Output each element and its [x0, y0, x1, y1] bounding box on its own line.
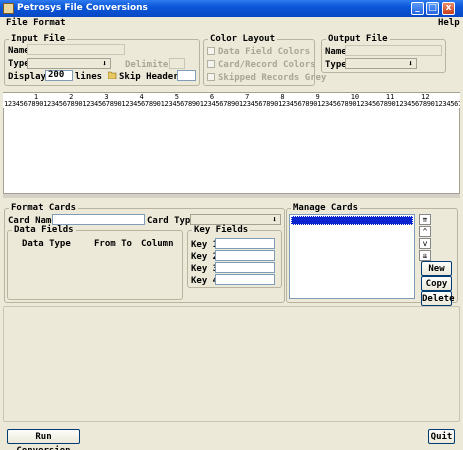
cards-list[interactable] — [289, 214, 415, 299]
conversion-panel — [3, 306, 460, 422]
key-2-input[interactable] — [215, 250, 275, 261]
from-to-column-header: From To — [94, 239, 132, 249]
open-folder-icon[interactable] — [107, 71, 117, 80]
card-name-input[interactable] — [52, 214, 145, 225]
delimiter-label: Delimiter — [125, 60, 174, 70]
output-name-label: Name — [325, 47, 347, 57]
key-4-input[interactable] — [215, 274, 275, 285]
data-fields-group-title: Data Fields — [12, 225, 76, 235]
delete-card-button[interactable]: Delete — [421, 291, 455, 306]
skip-headers-input[interactable] — [177, 70, 196, 81]
selected-card-row[interactable] — [291, 216, 413, 225]
menu-help[interactable]: Help — [438, 18, 460, 28]
input-file-group-title: Input File — [9, 34, 68, 44]
run-conversion-button[interactable]: Run Conversion — [7, 429, 80, 450]
move-bottom-button[interactable]: ⇊ — [419, 250, 431, 261]
data-type-column-header: Data Type — [22, 239, 71, 249]
new-card-button[interactable]: New — [421, 261, 452, 276]
window-title: Petrosys File Conversions — [17, 3, 148, 13]
minimize-button[interactable]: _ — [411, 2, 424, 15]
skip-headers-label: Skip Headers — [119, 72, 185, 82]
menu-bar: File Format Help — [0, 17, 463, 30]
column-ruler: 1 2 3 4 5 6 7 8 9 10 11 12 123456789012345678901234… — [3, 92, 460, 109]
output-type-select[interactable]: ⬇ — [345, 58, 417, 69]
delimiter-field[interactable] — [169, 58, 185, 69]
ruler-digits: 1234567890123456789012345678901234567890… — [4, 100, 460, 108]
color-layout-group-title: Color Layout — [208, 34, 278, 44]
maximize-button[interactable]: □ — [426, 2, 439, 15]
input-type-select[interactable]: ⬇ — [27, 58, 111, 69]
data-field-colors-label: Data Field Colors — [218, 47, 311, 57]
key-3-input[interactable] — [215, 262, 275, 273]
input-name-field[interactable] — [27, 44, 125, 55]
output-file-group-title: Output File — [326, 34, 390, 44]
card-record-colors-label: Card/Record Colors — [218, 60, 316, 70]
skipped-records-grey-checkbox[interactable] — [207, 73, 215, 81]
output-type-label: Type — [325, 60, 347, 70]
key-1-input[interactable] — [215, 238, 275, 249]
key-fields-group-title: Key Fields — [192, 225, 251, 235]
title-bar[interactable]: Petrosys File Conversions _ □ x — [0, 0, 463, 17]
output-name-field[interactable] — [345, 45, 442, 56]
lines-label: lines — [75, 72, 103, 82]
dropdown-arrow-icon: ⬇ — [272, 215, 277, 224]
move-down-button[interactable]: v — [419, 238, 431, 249]
move-top-button[interactable]: ⇈ — [419, 214, 431, 225]
menu-file-format[interactable]: File Format — [6, 18, 66, 28]
dropdown-arrow-icon: ⬇ — [408, 59, 413, 68]
quit-button[interactable]: Quit — [428, 429, 455, 444]
close-button[interactable]: x — [442, 2, 455, 15]
horizontal-scrollbar[interactable] — [3, 194, 460, 198]
app-icon — [3, 3, 14, 14]
card-type-label: Card Type — [147, 216, 196, 226]
copy-card-button[interactable]: Copy — [421, 276, 452, 291]
format-cards-group-title: Format Cards — [9, 203, 79, 213]
display-lines-input[interactable]: 200 — [45, 70, 73, 81]
manage-cards-group-title: Manage Cards — [291, 203, 361, 213]
skipped-records-grey-label: Skipped Records Grey — [218, 73, 327, 83]
data-field-colors-checkbox[interactable] — [207, 47, 215, 55]
move-up-button[interactable]: ^ — [419, 226, 431, 237]
dropdown-arrow-icon: ⬇ — [102, 59, 107, 68]
file-preview-area[interactable] — [3, 108, 460, 194]
card-type-select[interactable]: ⬇ — [190, 214, 281, 225]
display-label: Display — [8, 72, 46, 82]
column-column-header: Column — [141, 239, 174, 249]
card-record-colors-checkbox[interactable] — [207, 60, 215, 68]
